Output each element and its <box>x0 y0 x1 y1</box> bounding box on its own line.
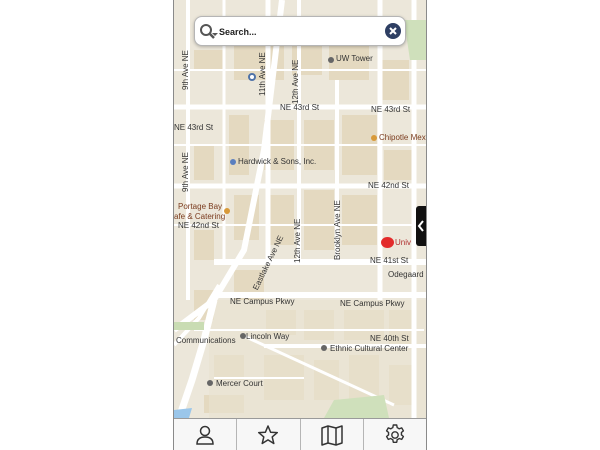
bottom-tab-bar <box>174 418 426 450</box>
label-mercer-court: Mercer Court <box>216 379 263 388</box>
close-icon <box>389 27 397 35</box>
side-panel-handle[interactable] <box>416 206 426 246</box>
poi-ethnic-cultural-center: Ethnic Cultural Center <box>330 344 409 353</box>
label-odegaard: Odegaard U <box>388 270 426 279</box>
label-11th-ave: 11th Ave NE <box>258 52 267 96</box>
label-communications: Communications <box>176 336 236 345</box>
label-ne-43rd-left: NE 43rd St <box>174 123 214 132</box>
tab-map[interactable] <box>301 419 364 450</box>
label-ne-campus-pkwy-right: NE Campus Pkwy <box>340 299 405 308</box>
map-view[interactable]: NE 43rd St NE 43rd St NE 43rd St NE 42nd… <box>174 0 426 418</box>
poi-uw-tower: UW Tower <box>336 54 373 63</box>
label-brooklyn-ave: Brooklyn Ave NE <box>333 200 342 260</box>
label-9th-ave-top: 9th Ave NE <box>181 50 190 90</box>
label-ne-43rd-mid: NE 43rd St <box>280 103 320 112</box>
label-ne-43rd-right: NE 43rd St <box>371 105 411 114</box>
search-icon[interactable] <box>199 23 219 41</box>
label-lincoln-way: Lincoln Way <box>246 332 290 341</box>
tab-favorites[interactable] <box>237 419 301 450</box>
label-ne-40th: NE 40th St <box>370 334 409 343</box>
person-icon <box>196 425 214 445</box>
search-bar <box>194 16 406 46</box>
location-marker[interactable] <box>381 237 394 248</box>
map-icon <box>320 424 343 446</box>
label-ne-42nd-left: NE 42nd St <box>178 221 219 230</box>
poi-portage-bay-line2: afe & Catering <box>174 212 226 221</box>
gear-icon <box>385 423 404 443</box>
label-university: Univ <box>395 238 412 247</box>
poi-hardwick: Hardwick & Sons, Inc. <box>238 157 317 166</box>
label-ne-41st: NE 41st St <box>370 256 409 265</box>
tab-profile[interactable] <box>174 419 238 450</box>
label-ne-campus-pkwy-left: NE Campus Pkwy <box>230 297 295 306</box>
label-12th-ave-top: 12th Ave NE <box>291 59 300 104</box>
clear-search-button[interactable] <box>385 23 401 39</box>
chevron-left-icon <box>417 220 424 232</box>
poi-portage-bay-line1: Portage Bay <box>178 202 223 211</box>
label-ne-42nd-right: NE 42nd St <box>368 181 409 190</box>
star-icon <box>258 424 279 444</box>
label-12th-ave-mid: 12th Ave NE <box>293 218 302 263</box>
app-screen: NE 43rd St NE 43rd St NE 43rd St NE 42nd… <box>174 0 426 450</box>
device-frame-right <box>426 0 427 450</box>
tab-settings[interactable] <box>364 419 426 450</box>
poi-chipotle: Chipotle Mex <box>379 133 426 142</box>
search-input[interactable] <box>219 22 379 42</box>
label-9th-ave-mid: 9th Ave NE <box>181 152 190 192</box>
